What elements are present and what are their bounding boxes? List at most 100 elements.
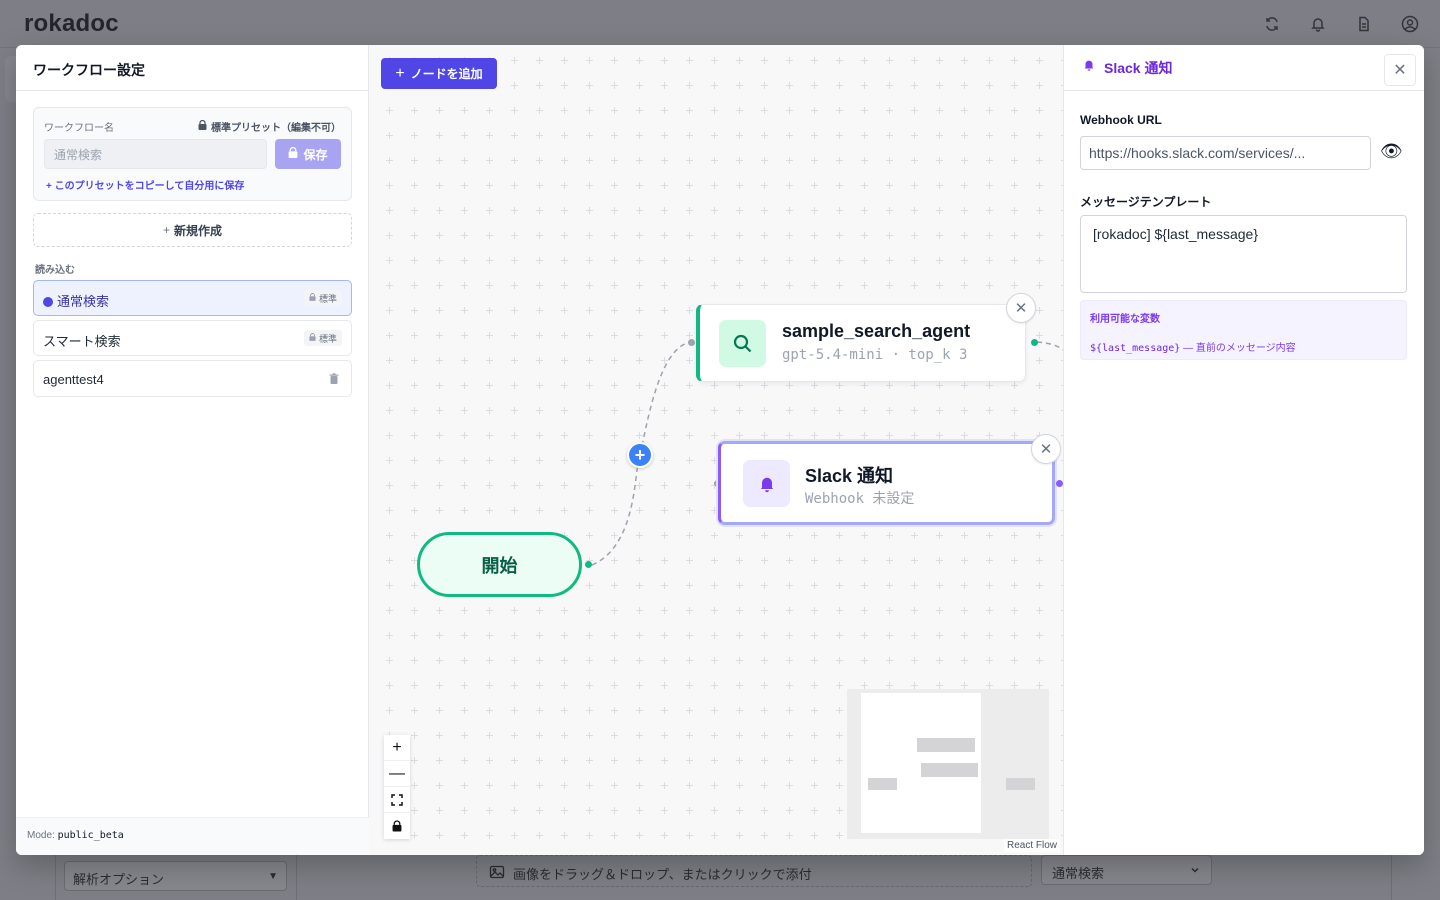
- plus-icon: +: [162, 223, 170, 237]
- refresh-icon[interactable]: [1262, 14, 1282, 34]
- search-mode-label: 通常検索: [1052, 866, 1105, 881]
- workflow-settings-modal: ワークフロー設定 ワークフロー名 標準プリセット（編集不可） 保存 + このプリ…: [16, 45, 1424, 855]
- search-icon: [719, 320, 766, 367]
- start-node-label: 開始: [481, 555, 518, 576]
- bell-icon[interactable]: [1308, 14, 1328, 34]
- slack-output-handle[interactable]: [1056, 480, 1063, 487]
- webhook-url-input[interactable]: [1080, 136, 1371, 170]
- message-template-label: メッセージテンプレート: [1080, 195, 1212, 209]
- standard-badge: 標準: [303, 330, 342, 346]
- workflow-name-input[interactable]: [44, 139, 267, 169]
- search-mode-select[interactable]: 通常検索: [1041, 855, 1212, 885]
- webhook-url-label: Webhook URL: [1080, 113, 1162, 127]
- caret-down-icon: ▼: [268, 871, 278, 882]
- lock-icon: [288, 146, 298, 161]
- minimap[interactable]: [847, 689, 1049, 839]
- agent-node[interactable]: sample_search_agent gpt-5.4-mini · top_k…: [696, 304, 1026, 382]
- insert-node-button[interactable]: +: [627, 442, 653, 468]
- divider: [1391, 855, 1392, 900]
- lock-icon: [309, 293, 316, 303]
- app-logo: rokadoc: [24, 10, 119, 37]
- copy-preset-link[interactable]: + このプリセットをコピーして自分用に保存: [46, 177, 244, 192]
- trash-icon[interactable]: [329, 372, 339, 387]
- agent-output-handle[interactable]: [1031, 339, 1038, 346]
- app-header: rokadoc: [0, 0, 1440, 48]
- slack-node-title: Slack 通知: [805, 466, 894, 486]
- minimap-node: [868, 778, 897, 790]
- workflow-item-label: agenttest4: [43, 372, 104, 387]
- add-node-button[interactable]: + ノードを追加: [381, 58, 497, 89]
- active-dot: [43, 297, 53, 307]
- copy-preset-text: このプリセットをコピーして自分用に保存: [54, 181, 245, 192]
- zoom-controls: + —: [384, 735, 410, 839]
- workflow-name-label: ワークフロー名: [44, 123, 114, 134]
- add-node-label: ノードを追加: [410, 67, 483, 81]
- lock-toggle-button[interactable]: [384, 813, 410, 839]
- panel-title: Slack 通知: [1104, 59, 1173, 76]
- divider: [55, 855, 56, 900]
- variable-row: ${last_message} — 直前のメッセージ内容: [1090, 339, 1397, 354]
- mode-value: public_beta: [57, 830, 124, 841]
- message-template-input[interactable]: [rokadoc] ${last_message}: [1080, 215, 1407, 293]
- sidebar-title: ワークフロー設定: [16, 45, 368, 91]
- minimap-node: [1006, 778, 1035, 790]
- background-sidebar-tab: [5, 56, 16, 102]
- node-properties-panel: Slack 通知 ✕ Webhook URL 👁 メッセージテンプレート [ro…: [1063, 45, 1424, 855]
- preset-note: 標準プリセット（編集不可）: [198, 119, 341, 134]
- save-button[interactable]: 保存: [275, 139, 341, 169]
- lock-icon: [198, 119, 207, 133]
- delete-slack-node-button[interactable]: ✕: [1031, 434, 1061, 464]
- slack-node-subtitle: Webhook 未設定: [805, 491, 915, 507]
- start-node[interactable]: 開始: [417, 532, 582, 597]
- chevron-down-icon: [1189, 864, 1201, 879]
- bell-icon: [743, 460, 790, 507]
- react-flow-attribution[interactable]: React Flow: [1003, 839, 1060, 852]
- parse-option-select[interactable]: 解析オプション ▼: [64, 861, 287, 891]
- drop-hint: 画像をドラッグ＆ドロップ、またはクリックで添付: [513, 867, 812, 882]
- parse-option-label: 解析オプション: [73, 872, 165, 887]
- zoom-out-button[interactable]: —: [384, 761, 410, 787]
- new-workflow-button[interactable]: + 新規作成: [33, 213, 352, 247]
- variable-description: — 直前のメッセージ内容: [1180, 343, 1296, 354]
- agent-node-subtitle: gpt-5.4-mini · top_k 3: [782, 347, 968, 363]
- workflow-item-smart-search[interactable]: スマート検索 標準: [33, 320, 352, 356]
- document-icon[interactable]: [1354, 14, 1374, 34]
- lock-icon: [309, 333, 316, 343]
- workflow-item-agenttest4[interactable]: agenttest4: [33, 360, 352, 397]
- close-icon[interactable]: ✕: [1384, 54, 1416, 86]
- plus-icon: +: [46, 181, 55, 192]
- workflow-canvas[interactable]: + ノードを追加 + 開始 sample_search_agent gpt-5.4…: [369, 45, 1063, 855]
- mode-label: Mode:: [27, 830, 55, 841]
- workflow-item-label: 通常検索: [57, 294, 110, 309]
- workflow-item-label: スマート検索: [43, 334, 121, 349]
- start-output-handle[interactable]: [585, 561, 592, 568]
- divider: [296, 855, 297, 900]
- image-icon: [489, 864, 505, 883]
- zoom-in-button[interactable]: +: [384, 735, 410, 761]
- mode-indicator: Mode: public_beta: [16, 817, 369, 855]
- bell-icon: [1082, 58, 1096, 77]
- account-icon[interactable]: [1400, 14, 1420, 34]
- badge-label: 標準: [318, 293, 337, 304]
- plus-icon: +: [395, 64, 405, 82]
- workflow-name-card: ワークフロー名 標準プリセット（編集不可） 保存 + このプリセットをコピーして…: [33, 107, 352, 201]
- minimap-node: [917, 738, 975, 752]
- available-variables-box: 利用可能な変数 ${last_message} — 直前のメッセージ内容: [1080, 300, 1407, 360]
- badge-label: 標準: [318, 333, 337, 344]
- fit-view-button[interactable]: [384, 787, 410, 813]
- image-drop-zone[interactable]: 画像をドラッグ＆ドロップ、またはクリックで添付: [476, 855, 1032, 887]
- delete-agent-node-button[interactable]: ✕: [1006, 293, 1036, 323]
- agent-input-handle[interactable]: [688, 339, 695, 346]
- slack-node[interactable]: Slack 通知 Webhook 未設定: [718, 441, 1055, 525]
- load-section-label: 読み込む: [35, 265, 75, 276]
- new-workflow-label: 新規作成: [174, 223, 223, 238]
- minimap-node: [921, 763, 978, 777]
- variable-name: ${last_message}: [1090, 343, 1181, 354]
- preset-note-text: 標準プリセット（編集不可）: [211, 123, 341, 134]
- workflow-sidebar: ワークフロー設定 ワークフロー名 標準プリセット（編集不可） 保存 + このプリ…: [16, 45, 369, 855]
- workflow-item-normal-search[interactable]: 通常検索 標準: [33, 280, 352, 316]
- agent-node-title: sample_search_agent: [782, 321, 971, 341]
- variables-title: 利用可能な変数: [1090, 314, 1160, 325]
- panel-header: Slack 通知: [1064, 45, 1424, 91]
- eye-icon[interactable]: 👁: [1380, 141, 1403, 162]
